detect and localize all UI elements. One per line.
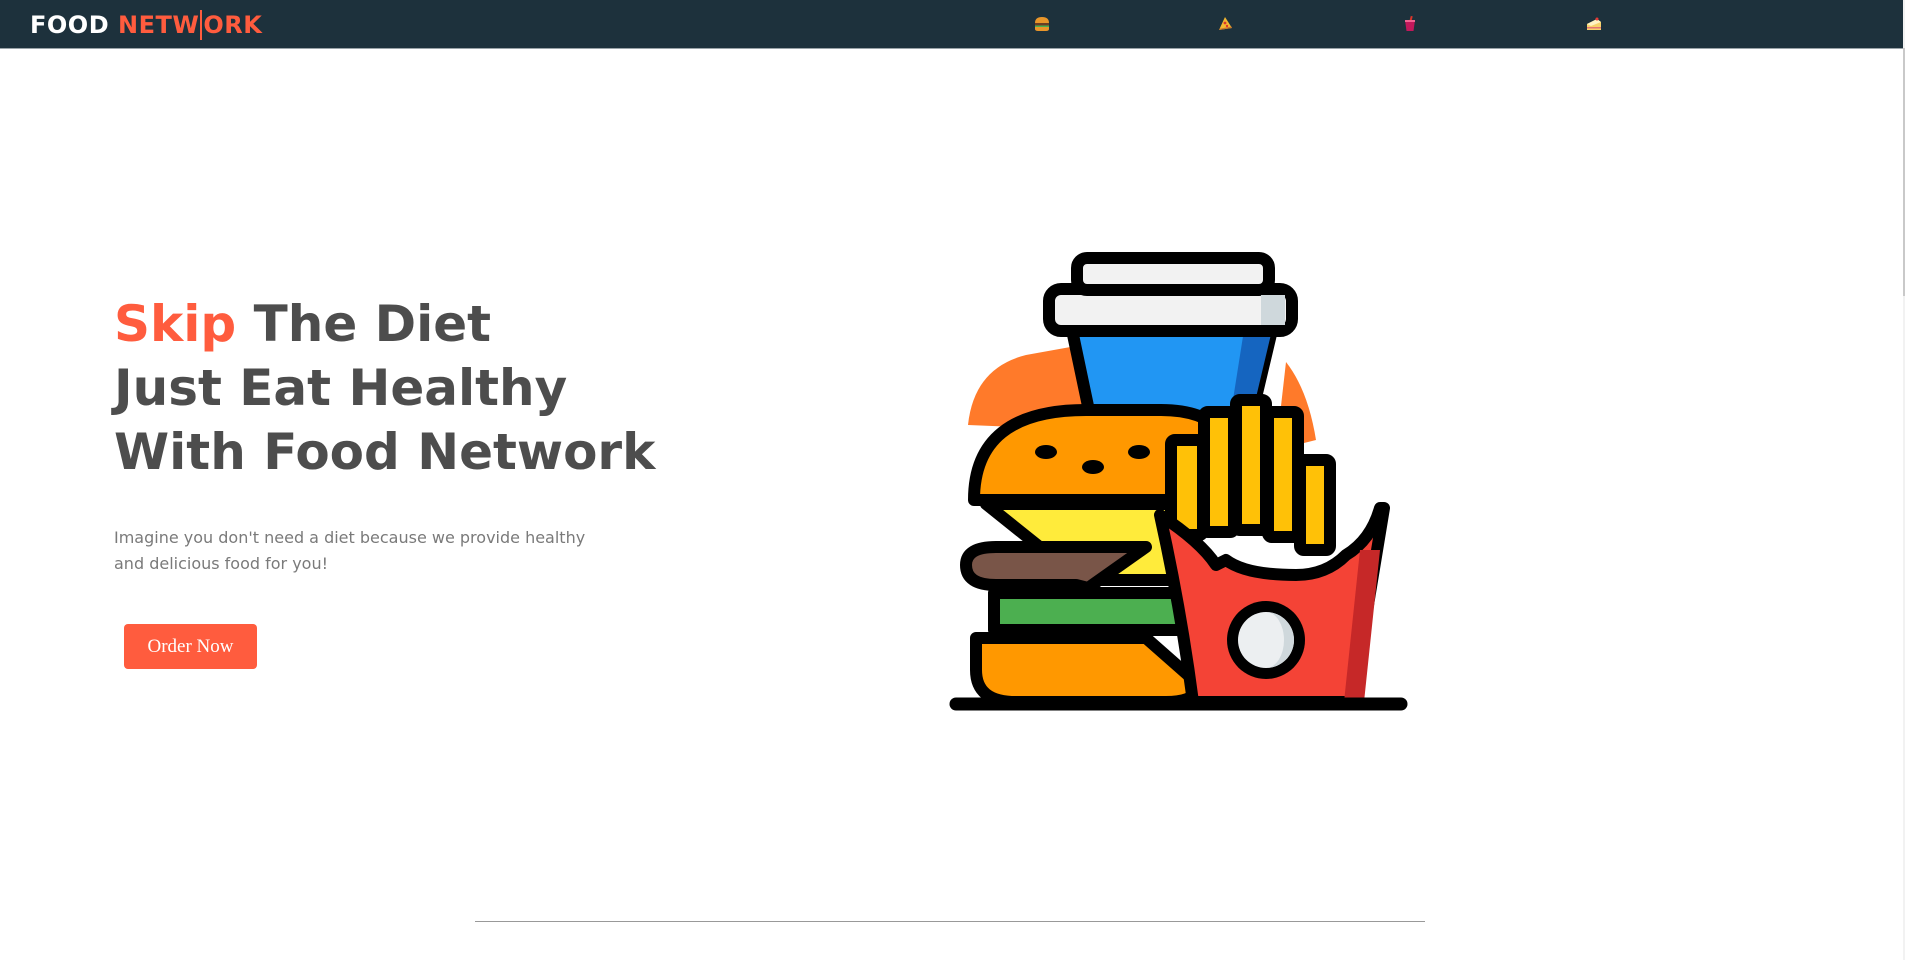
brand-name-part2a: NETW: [117, 11, 200, 39]
cake-icon[interactable]: [1583, 13, 1605, 35]
pizza-icon[interactable]: [1214, 13, 1236, 35]
hero-title-line3: With Food Network: [114, 423, 656, 481]
hero-description-line2: and delicious food for you!: [114, 554, 329, 573]
hero-description: Imagine you don't need a diet because we…: [114, 525, 604, 577]
hero-description-line1: Imagine you don't need a diet because we…: [114, 528, 586, 547]
fry: [1198, 406, 1240, 538]
hero-title-line2: Just Eat Healthy: [114, 359, 568, 417]
navbar: FOOD NETW ORK: [0, 0, 1903, 49]
lid-shade: [1261, 295, 1285, 325]
text-caret: [200, 10, 203, 40]
hero-title-line1: The Diet: [236, 295, 492, 353]
fry: [1294, 454, 1336, 556]
bun-seed: [1128, 445, 1150, 459]
drink-icon[interactable]: [1399, 13, 1421, 35]
fast-food-illustration: [946, 250, 1416, 724]
hero-title-accent: Skip: [114, 295, 237, 353]
bun-seed: [1082, 460, 1104, 474]
cup-lid-top: [1071, 252, 1275, 296]
bun-seed: [1035, 445, 1057, 459]
order-now-button[interactable]: Order Now: [124, 624, 257, 669]
brand-logo[interactable]: FOOD NETW ORK: [30, 10, 262, 40]
fry: [1230, 394, 1272, 536]
fry: [1262, 406, 1304, 543]
brand-name-part1: FOOD: [30, 11, 110, 39]
section-divider: [475, 921, 1425, 922]
burger-bottom-bun: [970, 632, 1204, 708]
burger-icon[interactable]: [1031, 13, 1053, 35]
hero-title: Skip The Diet Just Eat Healthy With Food…: [114, 292, 655, 484]
brand-name-part2b: ORK: [203, 11, 263, 39]
